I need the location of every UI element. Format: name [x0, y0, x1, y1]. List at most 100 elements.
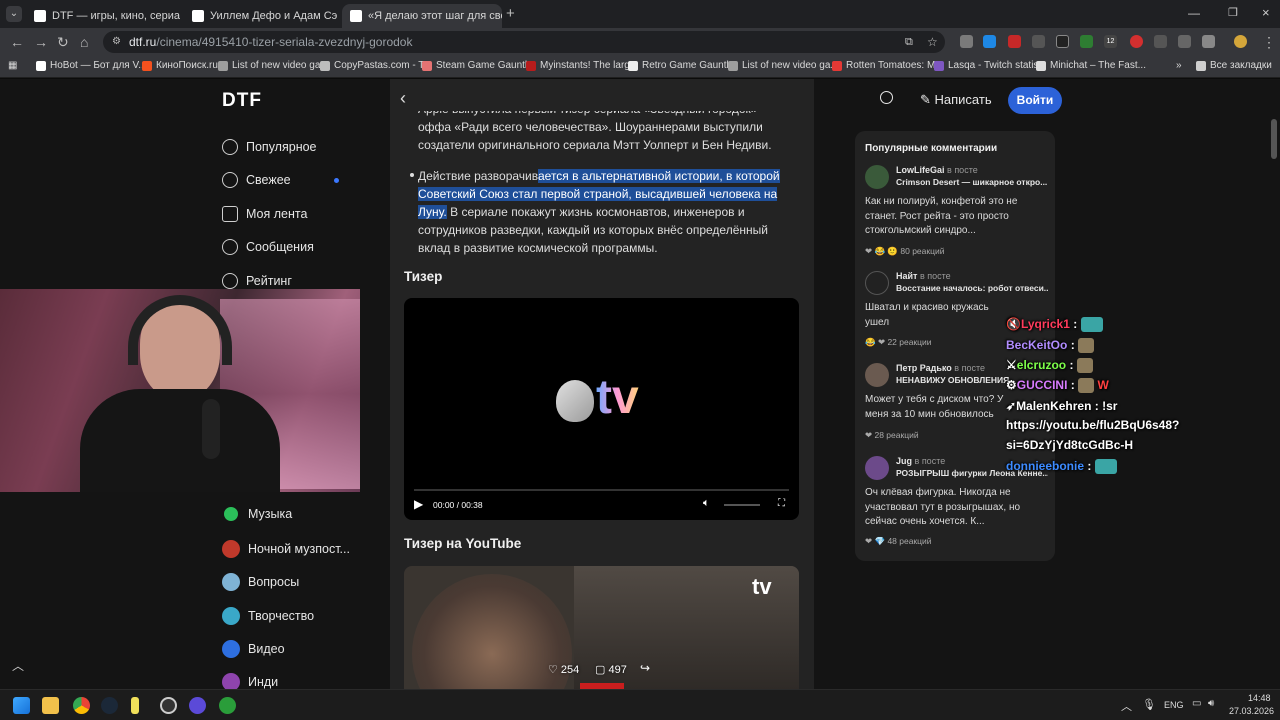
- clock-date[interactable]: 27.03.2026: [1229, 706, 1274, 716]
- extension-badge-icon[interactable]: 12: [1104, 35, 1117, 48]
- bookmarks-overflow-icon[interactable]: »: [1176, 60, 1182, 71]
- bookmark-item[interactable]: List of new video ga...: [218, 60, 329, 71]
- volume-icon[interactable]: 🔈︎: [703, 497, 710, 510]
- all-bookmarks-folder[interactable]: Все закладки: [1196, 60, 1272, 71]
- restore-window-icon[interactable]: ❐: [1228, 6, 1238, 19]
- bookmark-favicon-icon: [1036, 60, 1046, 71]
- extension-b-icon[interactable]: [1154, 35, 1167, 48]
- bookmark-item[interactable]: Retro Game Gauntlet: [628, 60, 737, 71]
- microphone-icon[interactable]: 🎙︎: [1142, 698, 1156, 711]
- obs-icon[interactable]: [160, 697, 177, 714]
- bookmark-item[interactable]: List of new video ga...: [728, 60, 839, 71]
- bookmark-item[interactable]: Myinstants! The larg...: [526, 60, 638, 71]
- site-info-icon[interactable]: ⚙: [112, 31, 121, 53]
- extension-dark-icon[interactable]: [1056, 35, 1069, 48]
- likes-counter[interactable]: ♡ 254: [548, 663, 579, 676]
- nav-sub-questions[interactable]: Вопросы: [222, 573, 299, 591]
- emote-icon: [1078, 378, 1095, 394]
- bookmark-favicon-icon: [218, 60, 228, 71]
- comment-author[interactable]: Jug: [896, 456, 912, 466]
- extension-red-icon[interactable]: [1008, 35, 1021, 48]
- search-icon[interactable]: [880, 91, 893, 104]
- bookmark-item[interactable]: HoBot — Бот для V...: [36, 60, 147, 71]
- tab-dtf-home[interactable]: DTF — игры, кино, сериалы, р ×: [26, 4, 180, 28]
- comment-post-link[interactable]: Восстание началось: робот отвеси...: [896, 283, 1048, 293]
- write-button[interactable]: ✎ Написать: [920, 92, 992, 108]
- app-yellow-icon[interactable]: [131, 697, 139, 714]
- play-icon[interactable]: ▶: [414, 497, 423, 511]
- profile-avatar-icon[interactable]: [1234, 35, 1247, 48]
- nav-item-messages[interactable]: Сообщения: [222, 239, 314, 255]
- nav-item-rating[interactable]: Рейтинг: [222, 273, 292, 289]
- new-tab-button[interactable]: +: [506, 5, 515, 22]
- emote-icon: [1080, 317, 1103, 333]
- xbox-icon[interactable]: [219, 697, 236, 714]
- steam-icon[interactable]: [101, 697, 118, 714]
- login-button[interactable]: Войти: [1008, 87, 1062, 114]
- network-icon[interactable]: ▭: [1192, 698, 1201, 709]
- bookmark-item[interactable]: Steam Game Gauntlet: [422, 60, 536, 71]
- comment-author[interactable]: Петр Радько: [896, 363, 952, 373]
- tab-search-button[interactable]: ⌄: [6, 6, 22, 22]
- bookmark-item[interactable]: КиноПоиск.ru: [142, 60, 218, 71]
- close-window-icon[interactable]: ×: [1262, 5, 1270, 20]
- extension-translate-icon[interactable]: [983, 35, 996, 48]
- extension-red-circle-icon[interactable]: [1130, 35, 1143, 48]
- nav-sub-video[interactable]: Видео: [222, 640, 285, 658]
- tab-defoe-sandler[interactable]: Уиллем Дефо и Адам Сэндлер ×: [184, 4, 338, 28]
- comment-author[interactable]: Найт: [896, 271, 917, 281]
- extension-database-icon[interactable]: [960, 35, 973, 48]
- tab-active-article[interactable]: «Я делаю этот шаг для своей ×: [342, 4, 502, 28]
- dtf-logo[interactable]: DTF: [222, 90, 262, 112]
- apple-tv-logo: tv: [596, 371, 639, 424]
- media-player-icon[interactable]: [189, 697, 206, 714]
- file-explorer-icon[interactable]: [42, 697, 59, 714]
- back-chevron-icon[interactable]: ‹: [400, 88, 406, 109]
- chrome-icon[interactable]: [73, 697, 90, 714]
- nav-item-popular[interactable]: Популярное: [222, 139, 317, 155]
- nav-item-fresh[interactable]: Свежее: [222, 172, 291, 188]
- extension-glasses-icon[interactable]: [1032, 35, 1045, 48]
- comment-author[interactable]: LowLifeGai: [896, 165, 945, 175]
- comments-counter[interactable]: ▢ 497: [595, 663, 627, 676]
- video-player[interactable]: tv ▶ 00:00 / 00:38 🔈︎ ⛶: [404, 298, 799, 520]
- page-scrollbar[interactable]: [1271, 119, 1277, 159]
- volume-tray-icon[interactable]: 🔊︎: [1208, 698, 1214, 709]
- fullscreen-icon[interactable]: ⛶: [778, 498, 785, 509]
- windows-start-icon[interactable]: [13, 697, 30, 714]
- article-column: Apple выпустила первый тизер сериала «Зв…: [390, 79, 814, 689]
- language-indicator[interactable]: ENG: [1164, 700, 1184, 710]
- comment-post-link[interactable]: Crimson Desert — шикарное откро...: [896, 177, 1048, 187]
- reload-icon[interactable]: ↻: [57, 34, 69, 51]
- home-icon[interactable]: ⌂: [80, 34, 88, 50]
- comment-card[interactable]: LowLifeGai в посте Crimson Desert — шика…: [865, 165, 1047, 265]
- url-bar[interactable]: ⚙ dtf.ru/cinema/4915410-tizer-seriala-zv…: [103, 31, 945, 53]
- video-progress-track[interactable]: [414, 489, 789, 491]
- extension-green-icon[interactable]: [1080, 35, 1093, 48]
- volume-slider[interactable]: [724, 504, 760, 506]
- nav-sub-music[interactable]: Музыка: [222, 507, 292, 521]
- extensions-puzzle-icon[interactable]: [1202, 35, 1215, 48]
- back-arrow-icon[interactable]: ←: [10, 34, 24, 50]
- clock-time[interactable]: 14:48: [1248, 693, 1271, 703]
- bookmark-item[interactable]: Rotten Tomatoes: M...: [832, 60, 944, 71]
- tray-chevron-icon[interactable]: ︿: [1121, 698, 1132, 714]
- nav-sub-night-music[interactable]: Ночной музпост...: [222, 540, 350, 558]
- nav-sub-creativity[interactable]: Творчество: [222, 607, 314, 625]
- apps-grid-icon[interactable]: ▦: [8, 60, 17, 71]
- forward-arrow-icon[interactable]: →: [34, 34, 48, 50]
- scroll-up-icon[interactable]: ︿: [12, 657, 24, 674]
- install-app-icon[interactable]: ⧉: [905, 31, 913, 53]
- nav-item-my-feed[interactable]: Моя лента: [222, 206, 307, 222]
- browser-menu-icon[interactable]: ⋮: [1262, 34, 1276, 51]
- bookmark-item[interactable]: Lasqa - Twitch statis...: [934, 60, 1047, 71]
- chat-message: ⚙GUCCINI : W: [1006, 378, 1109, 394]
- share-icon[interactable]: ↪: [640, 661, 650, 675]
- bookmark-star-icon[interactable]: ☆: [927, 31, 938, 53]
- streamer-webcam-overlay: [0, 289, 360, 492]
- bookmark-item[interactable]: Minichat – The Fast...: [1036, 60, 1146, 71]
- nav-sub-indie[interactable]: Инди: [222, 673, 278, 689]
- bookmark-item[interactable]: CopyPastas.com - T...: [320, 60, 432, 71]
- minimize-window-icon[interactable]: —: [1188, 6, 1200, 20]
- extension-shield-icon[interactable]: [1178, 35, 1191, 48]
